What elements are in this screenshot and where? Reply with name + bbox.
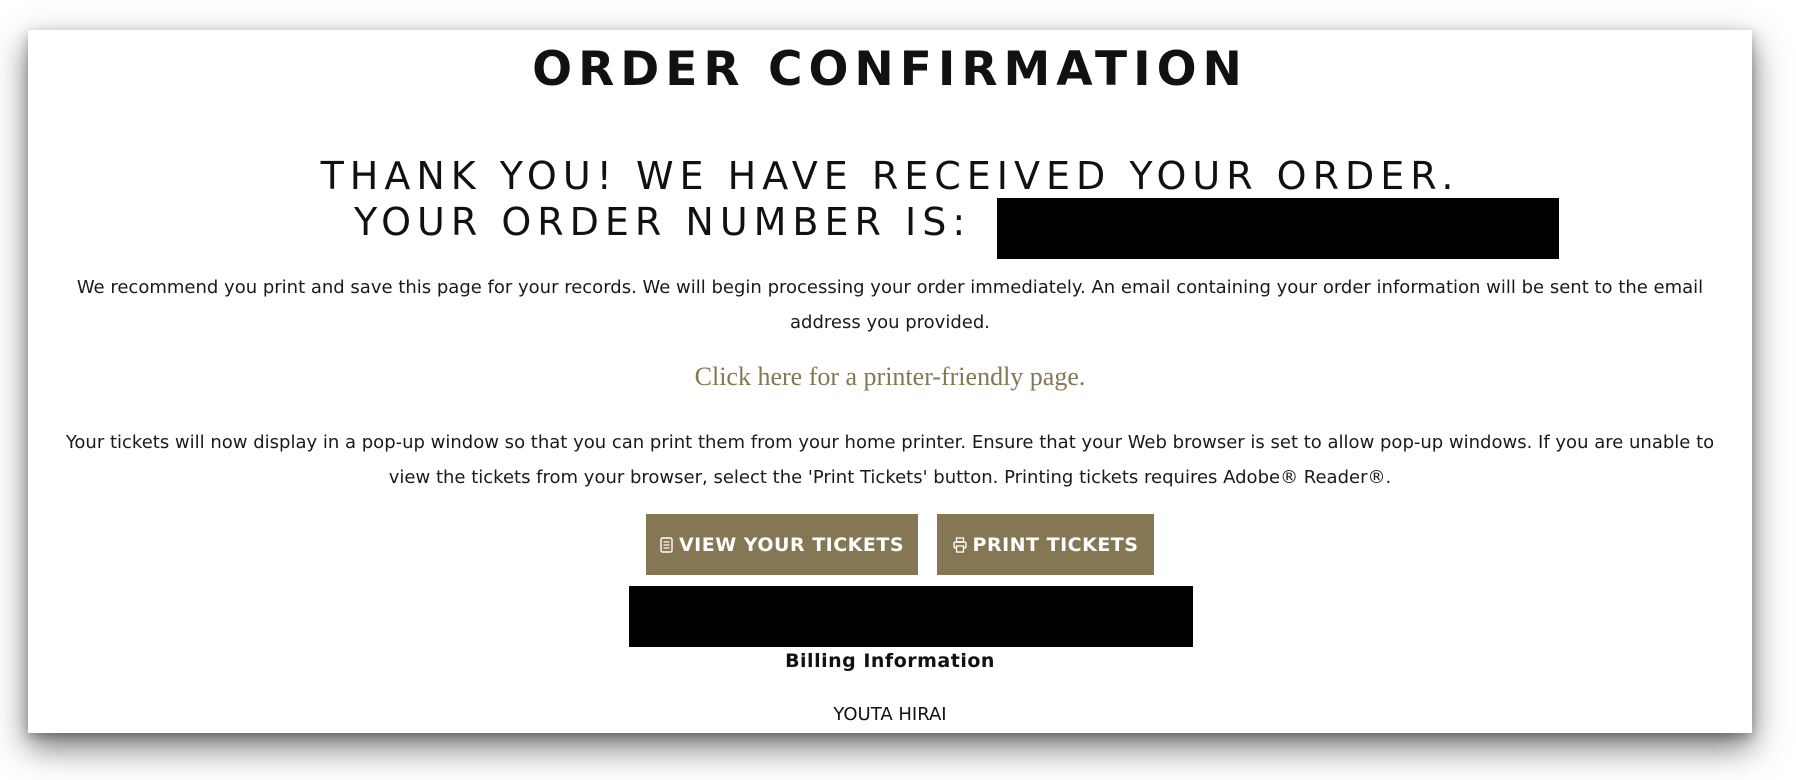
tickets-notice: Your tickets will now display in a pop-u… — [65, 432, 1715, 488]
view-tickets-button[interactable]: VIEW YOUR TICKETS — [646, 514, 918, 575]
page-title: ORDER CONFIRMATION — [532, 42, 1248, 97]
printer-friendly-link[interactable]: Click here for a printer-friendly page. — [28, 362, 1752, 392]
print-tickets-button[interactable]: PRINT TICKETS — [937, 514, 1154, 575]
print-tickets-label: PRINT TICKETS — [972, 533, 1139, 556]
redacted-region — [629, 586, 1193, 647]
billing-heading: Billing Information — [785, 650, 995, 672]
printer-icon — [952, 536, 967, 553]
billing-name: YOUTA HIRAI — [833, 704, 947, 725]
document-icon — [660, 536, 673, 553]
order-confirmation-page: ORDER CONFIRMATION THANK YOU! WE HAVE RE… — [28, 30, 1752, 733]
order-number-row: YOUR ORDER NUMBER IS: — [28, 198, 1752, 260]
order-number-redacted — [997, 198, 1559, 259]
records-notice: We recommend you print and save this pag… — [76, 277, 1704, 333]
view-tickets-label: VIEW YOUR TICKETS — [678, 533, 905, 556]
order-number-label: YOUR ORDER NUMBER IS: — [354, 200, 972, 244]
thank-you-message: THANK YOU! WE HAVE RECEIVED YOUR ORDER. — [320, 154, 1460, 198]
